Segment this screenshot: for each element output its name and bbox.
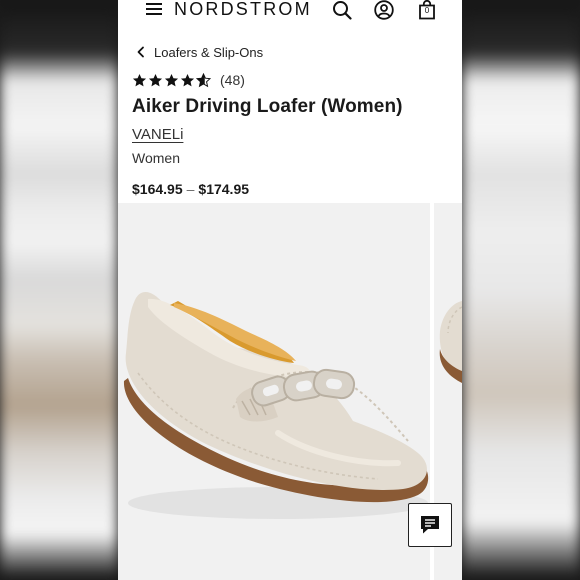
- chat-bubble-icon: [421, 516, 439, 534]
- hamburger-menu-icon[interactable]: [146, 3, 162, 16]
- brand-logo[interactable]: NORDSTROM: [174, 0, 312, 20]
- product-title: Aiker Driving Loafer (Women): [132, 96, 403, 117]
- review-count[interactable]: (48): [220, 72, 245, 88]
- star-icon: [180, 73, 195, 86]
- star-icon: [132, 73, 147, 86]
- search-icon[interactable]: [332, 0, 352, 20]
- header: NORDSTROM 0: [118, 0, 462, 22]
- star-icon: [164, 73, 179, 86]
- bag-count: 0: [424, 6, 430, 15]
- product-image-gallery[interactable]: [118, 203, 462, 580]
- account-icon[interactable]: [374, 0, 394, 20]
- breadcrumb[interactable]: Loafers & Slip-Ons: [136, 43, 263, 61]
- price-range: $164.95– $174.95: [132, 181, 249, 197]
- blurred-background-left: [0, 0, 118, 580]
- price-high: $174.95: [198, 181, 250, 197]
- half-star-icon: [196, 72, 211, 87]
- shopping-bag-icon[interactable]: 0: [418, 0, 436, 20]
- breadcrumb-label[interactable]: Loafers & Slip-Ons: [154, 45, 263, 60]
- loafer-shoe-image: [123, 291, 429, 519]
- star-icon: [148, 73, 163, 86]
- brand-link[interactable]: VANELi: [132, 126, 183, 143]
- product-rating[interactable]: (48): [132, 72, 245, 88]
- product-gender: Women: [132, 150, 180, 166]
- chevron-left-icon: [137, 46, 144, 58]
- chat-button[interactable]: [408, 503, 452, 547]
- star-rating: [132, 72, 212, 88]
- price-separator: –: [186, 181, 195, 197]
- blurred-background-right: [462, 0, 580, 580]
- price-low: $164.95: [132, 181, 183, 197]
- product-image[interactable]: [118, 203, 430, 580]
- product-page: NORDSTROM 0 Loafers & Slip-Ons (48) Aike…: [118, 0, 462, 580]
